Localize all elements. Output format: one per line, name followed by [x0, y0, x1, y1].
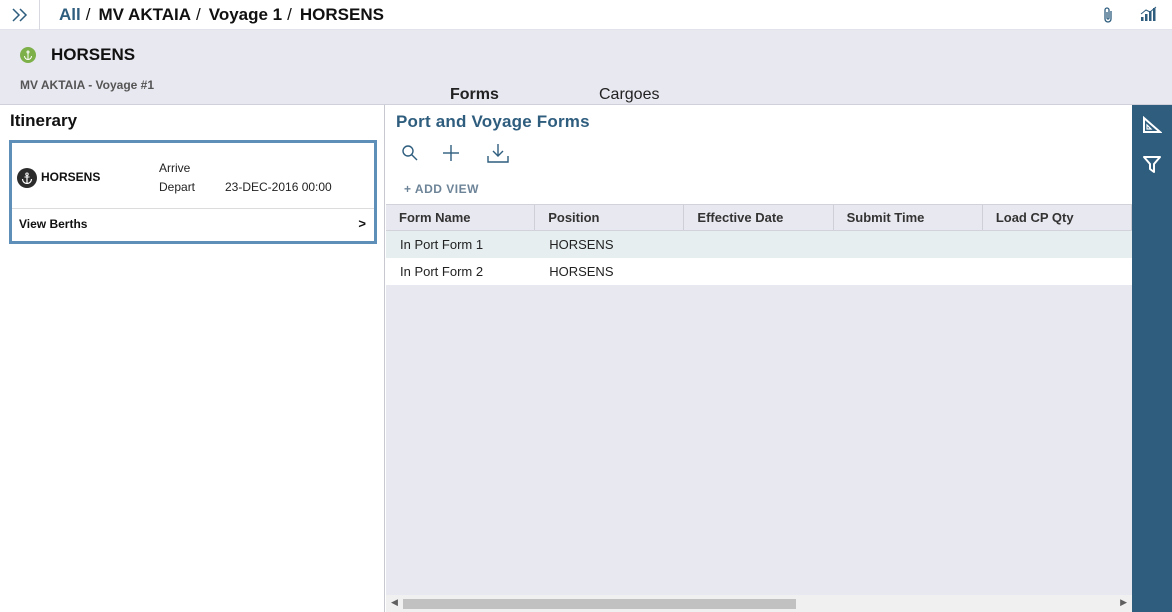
voyage-subtitle: MV AKTAIA - Voyage #1 [20, 78, 155, 92]
view-berths-link[interactable]: View Berths [19, 217, 87, 231]
forms-title: Port and Voyage Forms [396, 112, 590, 131]
column-header-position[interactable]: Position [535, 205, 685, 230]
breadcrumb-vessel[interactable]: MV AKTAIA [98, 5, 191, 25]
expand-sidebar-button[interactable] [0, 0, 40, 30]
cell-submit-time [834, 231, 983, 258]
cell-submit-time [834, 258, 983, 285]
double-chevron-right-icon [11, 8, 27, 22]
horizontal-scrollbar[interactable]: ◀ ▶ [386, 595, 1132, 612]
breadcrumb: All / MV AKTAIA / Voyage 1 / HORSENS [59, 5, 384, 25]
top-bar: All / MV AKTAIA / Voyage 1 / HORSENS [0, 0, 1172, 30]
download-button[interactable] [486, 141, 510, 165]
top-actions [1102, 6, 1158, 29]
cell-form-name: In Port Form 2 [400, 264, 484, 279]
tab-forms[interactable]: Forms [450, 86, 499, 104]
breadcrumb-all[interactable]: All [59, 5, 81, 25]
column-header-submit-time[interactable]: Submit Time [834, 205, 983, 230]
anchor-icon [20, 47, 36, 63]
forms-table: Form Name Position Effective Date Submit… [386, 204, 1133, 285]
page-title: HORSENS [51, 45, 136, 64]
download-icon [487, 144, 509, 163]
anchor-icon [17, 168, 37, 188]
itinerary-title: Itinerary [10, 111, 78, 130]
cell-effective-date [684, 258, 833, 285]
breadcrumb-separator: / [196, 5, 201, 24]
chevron-right-icon[interactable]: > [358, 216, 366, 231]
filter-icon[interactable] [1142, 155, 1162, 175]
table-header: Form Name Position Effective Date Submit… [386, 204, 1133, 231]
search-icon [402, 145, 418, 161]
add-view-button[interactable]: + ADD VIEW [404, 182, 479, 196]
cell-position: HORSENS [549, 264, 614, 279]
itinerary-port-name: HORSENS [41, 170, 101, 184]
breadcrumb-separator: / [85, 5, 91, 24]
cell-load-cp-qty [983, 258, 1132, 285]
cell-position: HORSENS [549, 237, 614, 252]
itinerary-card[interactable]: HORSENS Arrive Depart 23-DEC-2016 00:00 … [9, 140, 377, 244]
table-row[interactable]: In Port Form 2 HORSENS [386, 258, 1132, 285]
breadcrumb-port: HORSENS [299, 5, 384, 24]
column-header-load-cp-qty[interactable]: Load CP Qty [983, 205, 1133, 230]
tab-cargoes[interactable]: Cargoes [599, 86, 659, 104]
breadcrumb-voyage[interactable]: Voyage 1 [209, 5, 282, 25]
paperclip-icon[interactable] [1102, 6, 1114, 29]
scroll-left-icon[interactable]: ◀ [391, 597, 398, 608]
set-square-icon[interactable] [1142, 115, 1162, 135]
forms-panel: Port and Voyage Forms + ADD VIEW Form Na… [386, 105, 1133, 612]
card-divider [12, 208, 374, 209]
column-header-effective-date[interactable]: Effective Date [684, 205, 834, 230]
right-tool-rail [1132, 105, 1172, 612]
add-form-button[interactable] [439, 141, 463, 165]
cell-form-name: In Port Form 1 [400, 237, 484, 252]
page-header: HORSENS MV AKTAIA - Voyage #1 Forms Carg… [0, 30, 1172, 105]
arrive-label: Arrive [159, 161, 191, 175]
cell-load-cp-qty [983, 231, 1132, 258]
breadcrumb-separator: / [287, 5, 292, 24]
itinerary-panel: Itinerary HORSENS Arrive Depart 23-DEC-2… [0, 105, 385, 612]
signal-bars-icon[interactable] [1140, 6, 1158, 29]
scrollbar-thumb[interactable] [403, 599, 796, 609]
table-row[interactable]: In Port Form 1 HORSENS [386, 231, 1132, 258]
search-button[interactable] [398, 141, 422, 165]
depart-label: Depart [159, 180, 196, 194]
cell-effective-date [684, 231, 833, 258]
forms-toolbar-area: Port and Voyage Forms + ADD VIEW [386, 105, 1132, 204]
scroll-right-icon[interactable]: ▶ [1120, 597, 1127, 608]
plus-icon [443, 145, 459, 161]
depart-value: 23-DEC-2016 00:00 [225, 180, 332, 194]
column-header-form-name[interactable]: Form Name [386, 205, 536, 230]
